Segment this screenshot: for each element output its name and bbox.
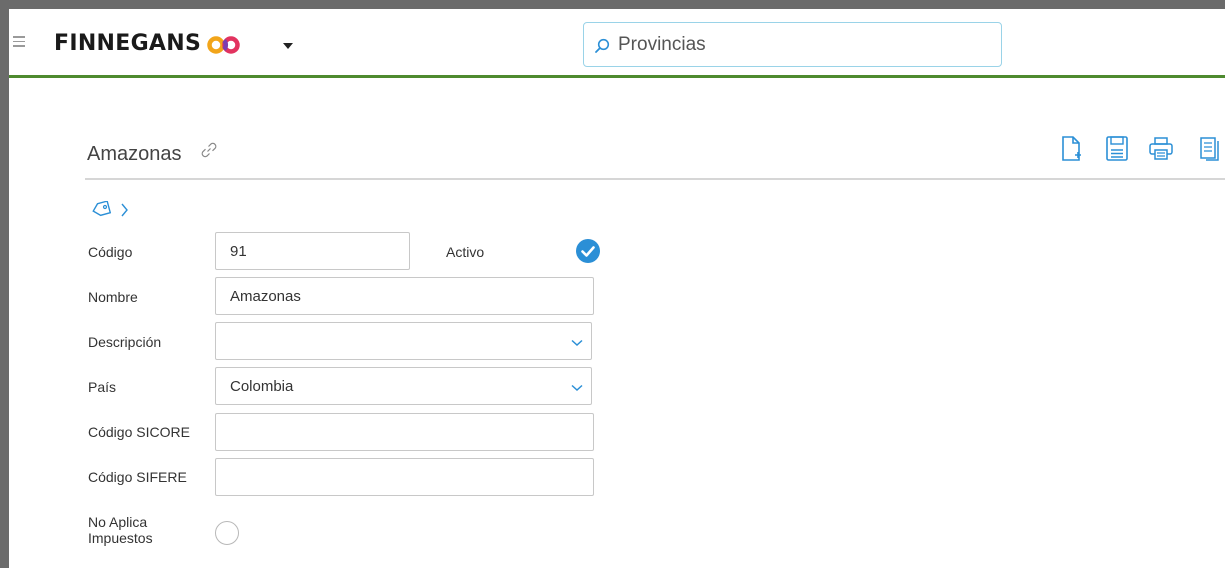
checkmark-icon [581, 246, 595, 257]
brand-logo-icon [207, 36, 240, 54]
sicore-label: Código SICORE [88, 424, 190, 440]
top-bar: FINNEGANS [9, 9, 1225, 78]
brand-logo[interactable]: FINNEGANS [54, 31, 201, 56]
pais-value: Colombia [230, 377, 294, 395]
brand-dropdown-caret-icon[interactable] [283, 43, 293, 49]
codigo-label: Código [88, 244, 133, 260]
record-title: Amazonas [87, 143, 182, 165]
sicore-input[interactable] [215, 413, 594, 451]
chevron-down-icon [571, 384, 583, 392]
pais-select[interactable]: Colombia [215, 367, 592, 405]
descripcion-select[interactable] [215, 322, 592, 360]
header-divider [85, 178, 1225, 180]
app-window: FINNEGANS Amazonas [9, 9, 1225, 568]
codigo-input[interactable] [215, 232, 410, 270]
activo-checkbox[interactable] [576, 239, 600, 263]
save-icon[interactable] [1105, 135, 1129, 163]
nombre-label: Nombre [88, 289, 138, 305]
new-document-icon[interactable] [1060, 135, 1084, 163]
chevron-down-icon [571, 339, 583, 347]
search-box[interactable] [583, 22, 1002, 67]
chevron-right-icon[interactable] [120, 202, 130, 218]
pais-label: País [88, 379, 117, 395]
descripcion-label: Descripción [88, 334, 162, 350]
search-input[interactable] [618, 32, 988, 58]
copy-icon[interactable] [1198, 135, 1225, 163]
search-icon [595, 38, 610, 53]
activo-label: Activo [446, 244, 485, 260]
link-icon[interactable] [199, 140, 219, 160]
hamburger-menu-icon[interactable] [13, 36, 25, 48]
no-aplica-impuestos-toggle[interactable] [215, 521, 239, 545]
sifere-label: Código SIFERE [88, 469, 187, 485]
print-icon[interactable] [1148, 135, 1174, 163]
no-aplica-impuestos-label: No Aplica Impuestos [88, 514, 153, 546]
sifere-input[interactable] [215, 458, 594, 496]
nombre-input[interactable] [215, 277, 594, 315]
tag-icon[interactable] [91, 201, 111, 217]
